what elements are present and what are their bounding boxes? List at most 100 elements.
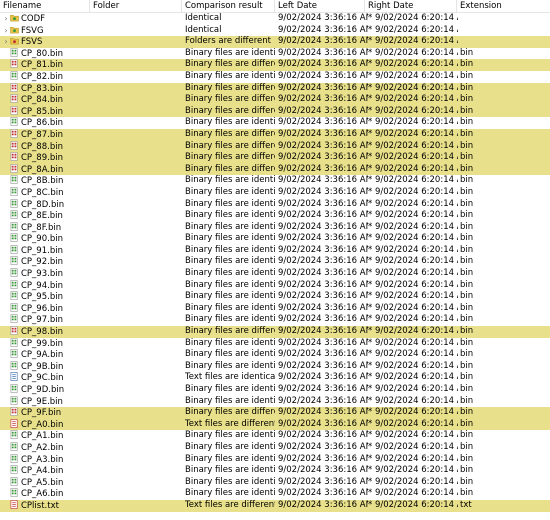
comparison-result-cell: Binary files are different [185,105,275,116]
table-row[interactable]: ›CP_9F.bin Binary files are different9/02… [0,407,550,419]
filename-cell: ›CP_80.bin [2,47,90,60]
filename-cell: ›CP_A2.bin [2,442,90,454]
table-row[interactable]: ›CP_87.bin Binary files are different9/02… [0,128,550,141]
filename-label: CP_93.bin [21,269,63,280]
binary-file-different-icon [10,129,19,138]
table-row[interactable]: ›CP_99.bin Binary files are identical9/02… [0,338,550,350]
table-row[interactable]: ›CP_95.bin Binary files are identical9/02… [0,291,550,303]
column-header-right-date[interactable]: Right Date [365,0,457,12]
table-row[interactable]: ›CP_8E.bin Binary files are identical9/02… [0,210,550,222]
table-row[interactable]: ›CP_81.bin Binary files are different9/02… [0,59,550,71]
column-header-folder[interactable]: Folder [90,0,182,12]
table-row[interactable]: ›CP_8D.bin Binary files are identical9/02… [0,199,550,211]
binary-file-identical-icon [10,349,19,359]
table-row[interactable]: ›CP_83.bin Binary files are different9/02… [0,82,550,95]
table-row[interactable]: › FSVS Folders are different 9/02/2024 3:36… [0,36,550,48]
filename-label: CP_8D.bin [21,199,65,210]
table-row[interactable]: ›CP_85.bin Binary files are different9/02… [0,105,550,118]
table-row[interactable]: ›CP_8A.bin Binary files are different9/02… [0,163,550,176]
table-row[interactable]: ›CP_8B.bin Binary files are identical9/02… [0,175,550,187]
table-row[interactable]: ›CP_82.bin Binary files are identical9/02… [0,71,550,83]
right-date-cell: * 9/02/2024 6:20:14 AM [368,70,458,81]
extension-cell: bin [460,186,474,197]
filename-label: CP_A1.bin [21,431,64,442]
left-date-cell: 9/02/2024 3:36:16 AM [278,349,368,360]
column-header-comparison-result[interactable]: Comparison result [182,0,275,12]
expand-chevron-icon[interactable]: › [2,25,10,37]
extension-cell: bin [460,453,474,464]
comparison-result-cell: Binary files are identical [185,244,275,255]
expand-chevron-icon[interactable]: › [2,36,10,48]
table-row[interactable]: ›CP_97.bin Binary files are identical9/02… [0,314,550,326]
table-row[interactable]: ›CP_9E.bin Binary files are identical9/02… [0,396,550,408]
left-date-cell: 9/02/2024 3:36:16 AM [278,372,368,383]
table-row[interactable]: ›CP_A2.bin Binary files are identical9/02… [0,442,550,454]
binary-file-identical-icon [10,71,19,80]
binary-file-identical-icon [10,314,19,324]
extension-cell: bin [460,395,474,406]
table-row[interactable]: ›CP_91.bin Binary files are identical9/02… [0,245,550,257]
extension-cell [460,25,500,37]
right-date-cell: * 9/02/2024 6:20:14 AM [368,163,458,174]
table-row[interactable]: ›CP_93.bin Binary files are identical9/02… [0,268,550,280]
right-date-cell: * 9/02/2024 6:20:14 AM [368,36,458,47]
table-row[interactable]: ›CP_9B.bin Binary files are identical9/02… [0,361,550,373]
table-row[interactable]: ›CP_A1.bin Binary files are identical9/02… [0,430,550,442]
right-date-cell: * 9/02/2024 6:20:14 AM [368,430,458,441]
table-row[interactable]: ›CP_8F.bin Binary files are identical9/02… [0,222,550,234]
table-row[interactable]: › CODF Identical 9/02/2024 3:36:16 AM * 9/02… [0,13,550,25]
table-row[interactable]: › FSVG Identical 9/02/2024 3:36:16 AM * 9/02… [0,25,550,37]
binary-file-identical-icon [10,337,19,347]
extension-cell: bin [460,372,474,383]
table-row[interactable]: ›CP_A0.bin Text files are different9/02/2… [0,418,550,431]
extension-cell: txt [460,499,472,510]
filename-label: CP_8E.bin [21,211,63,222]
table-row[interactable]: ›CP_A3.bin Binary files are identical9/02… [0,454,550,466]
extension-cell: bin [460,302,474,313]
filename-label: CP_9C.bin [21,373,64,384]
table-row[interactable]: ›CP_A4.bin Binary files are identical9/02… [0,465,550,477]
table-row[interactable]: ›CP_98.bin Binary files are different9/02… [0,326,550,338]
right-date-cell: * 9/02/2024 6:20:14 AM [368,268,458,279]
filename-label: CP_9F.bin [21,408,62,419]
column-header-left-date[interactable]: Left Date [275,0,365,12]
table-row[interactable]: ›CP_92.bin Binary files are identical9/02… [0,256,550,268]
filename-label: CP_9E.bin [21,396,63,407]
table-row[interactable]: ›CP_88.bin Binary files are different9/02… [0,140,550,153]
table-row[interactable]: ›CP_96.bin Binary files are identical9/02… [0,303,550,315]
binary-file-different-icon [10,140,19,150]
right-date-cell: * 9/02/2024 6:20:14 AM [368,349,458,360]
table-row[interactable]: ›CP_90.bin Binary files are identical9/02… [0,233,550,245]
table-row[interactable]: ›CP_9A.bin Binary files are identical9/02… [0,349,550,361]
table-row[interactable]: ›CP_89.bin Binary files are different9/02… [0,152,550,164]
comparison-result-cell: Binary files are different [185,163,275,174]
right-date-cell: * 9/02/2024 6:20:14 AM [368,82,458,93]
column-header-extension[interactable]: Extension [457,0,550,12]
right-date-cell: * 9/02/2024 6:20:14 AM [368,499,458,510]
expand-chevron-icon[interactable]: › [2,13,10,25]
binary-file-identical-icon [10,360,19,370]
filename-cell: ›CP_A5.bin [2,476,90,489]
left-date-cell: 9/02/2024 3:36:16 AM [278,36,368,47]
table-row[interactable]: ›CP_9C.bin Text files are identical9/02/2… [0,372,550,384]
binary-file-identical-icon [10,47,19,57]
right-date-cell: * 9/02/2024 6:20:14 AM [368,372,458,383]
table-row[interactable]: ›CP_84.bin Binary files are different9/02… [0,94,550,106]
binary-file-different-icon [10,407,19,417]
comparison-result-cell: Binary files are identical [185,476,275,487]
extension-cell: bin [460,128,474,139]
table-row[interactable]: ›CPlist.txt Text files are different9/02/… [0,499,550,512]
table-row[interactable]: ›CP_9D.bin Binary files are identical9/02… [0,384,550,396]
table-row[interactable]: ›CP_86.bin Binary files are identical9/02… [0,117,550,129]
table-row[interactable]: ›CP_A5.bin Binary files are identical9/02… [0,477,550,489]
comparison-result-cell: Binary files are different [185,152,275,163]
extension-cell: bin [460,441,474,452]
comparison-result-cell: Binary files are different [185,94,275,105]
left-date-cell: 9/02/2024 3:36:16 AM [278,59,368,70]
table-row[interactable]: ›CP_A6.bin Binary files are identical9/02… [0,488,550,500]
column-header-filename[interactable]: Filename [0,0,90,12]
table-row[interactable]: ›CP_8C.bin Binary files are identical9/02… [0,187,550,199]
filename-cell: ›CP_9C.bin [2,372,90,384]
table-row[interactable]: ›CP_94.bin Binary files are identical9/02… [0,280,550,292]
table-row[interactable]: ›CP_80.bin Binary files are identical9/02… [0,48,550,60]
